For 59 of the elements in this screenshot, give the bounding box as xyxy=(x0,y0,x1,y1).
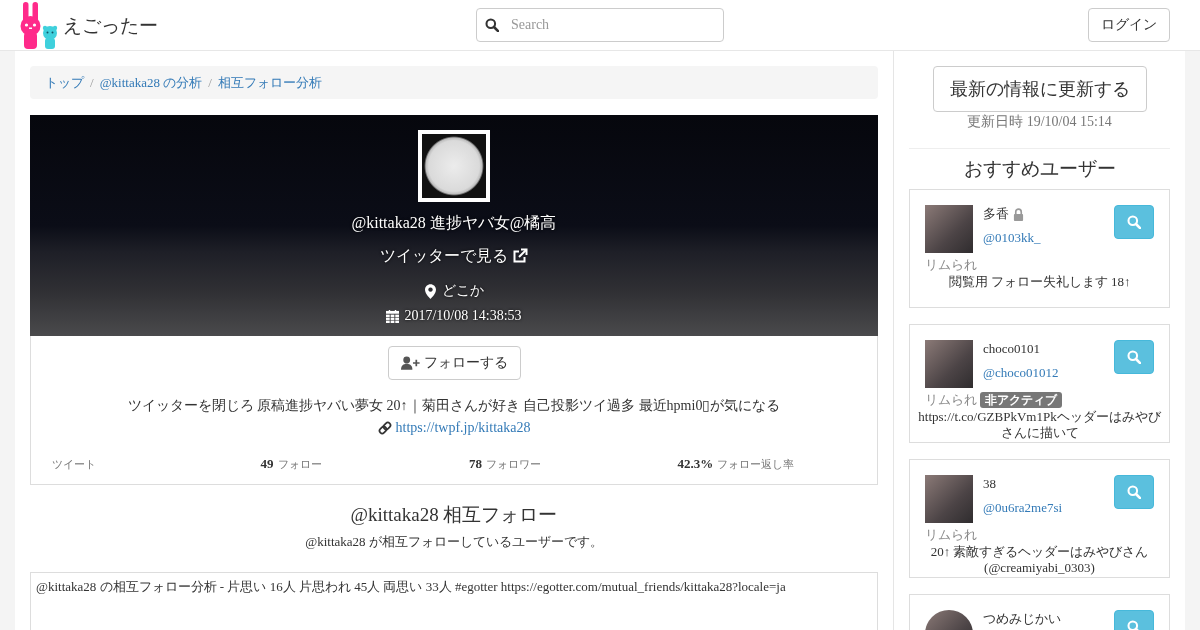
avatar-photo xyxy=(925,475,973,523)
user-handle-link[interactable]: @0u6ra2me7si xyxy=(983,499,1114,517)
avatar-photo xyxy=(925,340,973,388)
search-button[interactable] xyxy=(1114,475,1154,509)
unfollowed-status: リムられ xyxy=(925,256,977,273)
login-button[interactable]: ログイン xyxy=(1088,8,1170,42)
user-handle-link[interactable]: @0103kk_ xyxy=(983,229,1114,247)
stat-value: 78 xyxy=(469,456,482,471)
share-text-field[interactable]: @kittaka28 の相互フォロー分析 - 片思い 16人 片思われ 45人 両思い 33人 #egotter https://egotter.com/mutual_friends/kittaka28?locale=ja xyxy=(30,572,878,630)
user-name: 38 xyxy=(983,475,996,493)
search-icon xyxy=(1127,215,1141,229)
external-link-icon xyxy=(512,248,528,264)
user-handle-link[interactable]: @choco01012 xyxy=(983,364,1114,382)
search-icon xyxy=(1127,350,1141,364)
section-title: @kittaka28 相互フォロー xyxy=(349,503,559,527)
calendar-icon xyxy=(386,309,400,323)
avatar-photo xyxy=(925,205,973,253)
user-name: つめみじかい xyxy=(983,610,1061,628)
location-text: どこか xyxy=(441,282,484,300)
user-plus-icon xyxy=(400,356,420,370)
section-subtitle: @kittaka28 が相互フォローしているユーザーです。 xyxy=(304,533,604,551)
user-name: choco0101 xyxy=(983,340,1041,358)
account-created-date: 2017/10/08 14:38:53 xyxy=(404,307,522,325)
breadcrumb-link[interactable]: 相互フォロー分析 xyxy=(217,73,322,92)
search-button[interactable] xyxy=(1114,340,1154,374)
stat-label: フォロー xyxy=(277,458,322,470)
unfollowed-status: リムられ xyxy=(925,391,977,408)
follow-button[interactable]: フォローする xyxy=(387,346,521,380)
refresh-button[interactable]: 最新の情報に更新する xyxy=(932,66,1147,112)
site-logo-text[interactable]: えごったー xyxy=(63,13,158,39)
breadcrumb-link[interactable]: @kittaka28 の分析 xyxy=(99,73,203,92)
map-pin-icon xyxy=(424,283,436,299)
stat-value: 42.3% xyxy=(677,456,714,471)
profile-name: @kittaka28 進捗ヤバ女@橘高 xyxy=(351,213,557,234)
profile-photo xyxy=(418,130,490,202)
stat-label: ツイート xyxy=(52,458,96,470)
link-icon xyxy=(377,421,392,435)
user-description: 閲覧用 フォロー失礼します 18↑ xyxy=(947,274,1132,290)
twitter-link[interactable]: ツイッターで見る xyxy=(380,246,528,266)
search-icon xyxy=(485,18,499,32)
section-title: おすすめユーザー xyxy=(962,157,1117,181)
stat-label: フォロワー xyxy=(486,458,541,470)
profile-bio: ツイッターを閉じろ 原稿進捗ヤバい夢女 20↑｜菊田さんが好き 自己投影ツイ過多 最近hpmi0▯が気になる xyxy=(126,397,782,416)
stat-value: 49 xyxy=(260,456,274,471)
search-icon xyxy=(1127,620,1141,630)
breadcrumb-link[interactable]: トップ xyxy=(45,73,84,92)
breadcrumb-separator: / xyxy=(207,74,213,91)
inactive-badge: 非アクティブ xyxy=(980,391,1062,408)
profile-url-link[interactable]: https://twpf.jp/kittaka28 xyxy=(395,418,531,438)
user-description: 20↑ 素敵すぎるヘッダーはみやびさん(@creamiyabi_0303) xyxy=(929,544,1150,576)
breadcrumb-separator: / xyxy=(89,74,95,91)
unfollowed-status: リムられ xyxy=(925,526,977,543)
search-button[interactable] xyxy=(1114,205,1154,239)
search-field[interactable]: Search xyxy=(476,8,724,42)
user-description: https://t.co/GZBPkVm1Pkヘッダーはみやびさんに描いて xyxy=(917,409,1162,441)
user-name: 多香 xyxy=(983,205,1009,223)
updated-time: 更新日時 19/10/04 15:14 xyxy=(966,113,1113,131)
stat-label: フォロー返し率 xyxy=(717,458,795,470)
search-icon xyxy=(1127,485,1141,499)
